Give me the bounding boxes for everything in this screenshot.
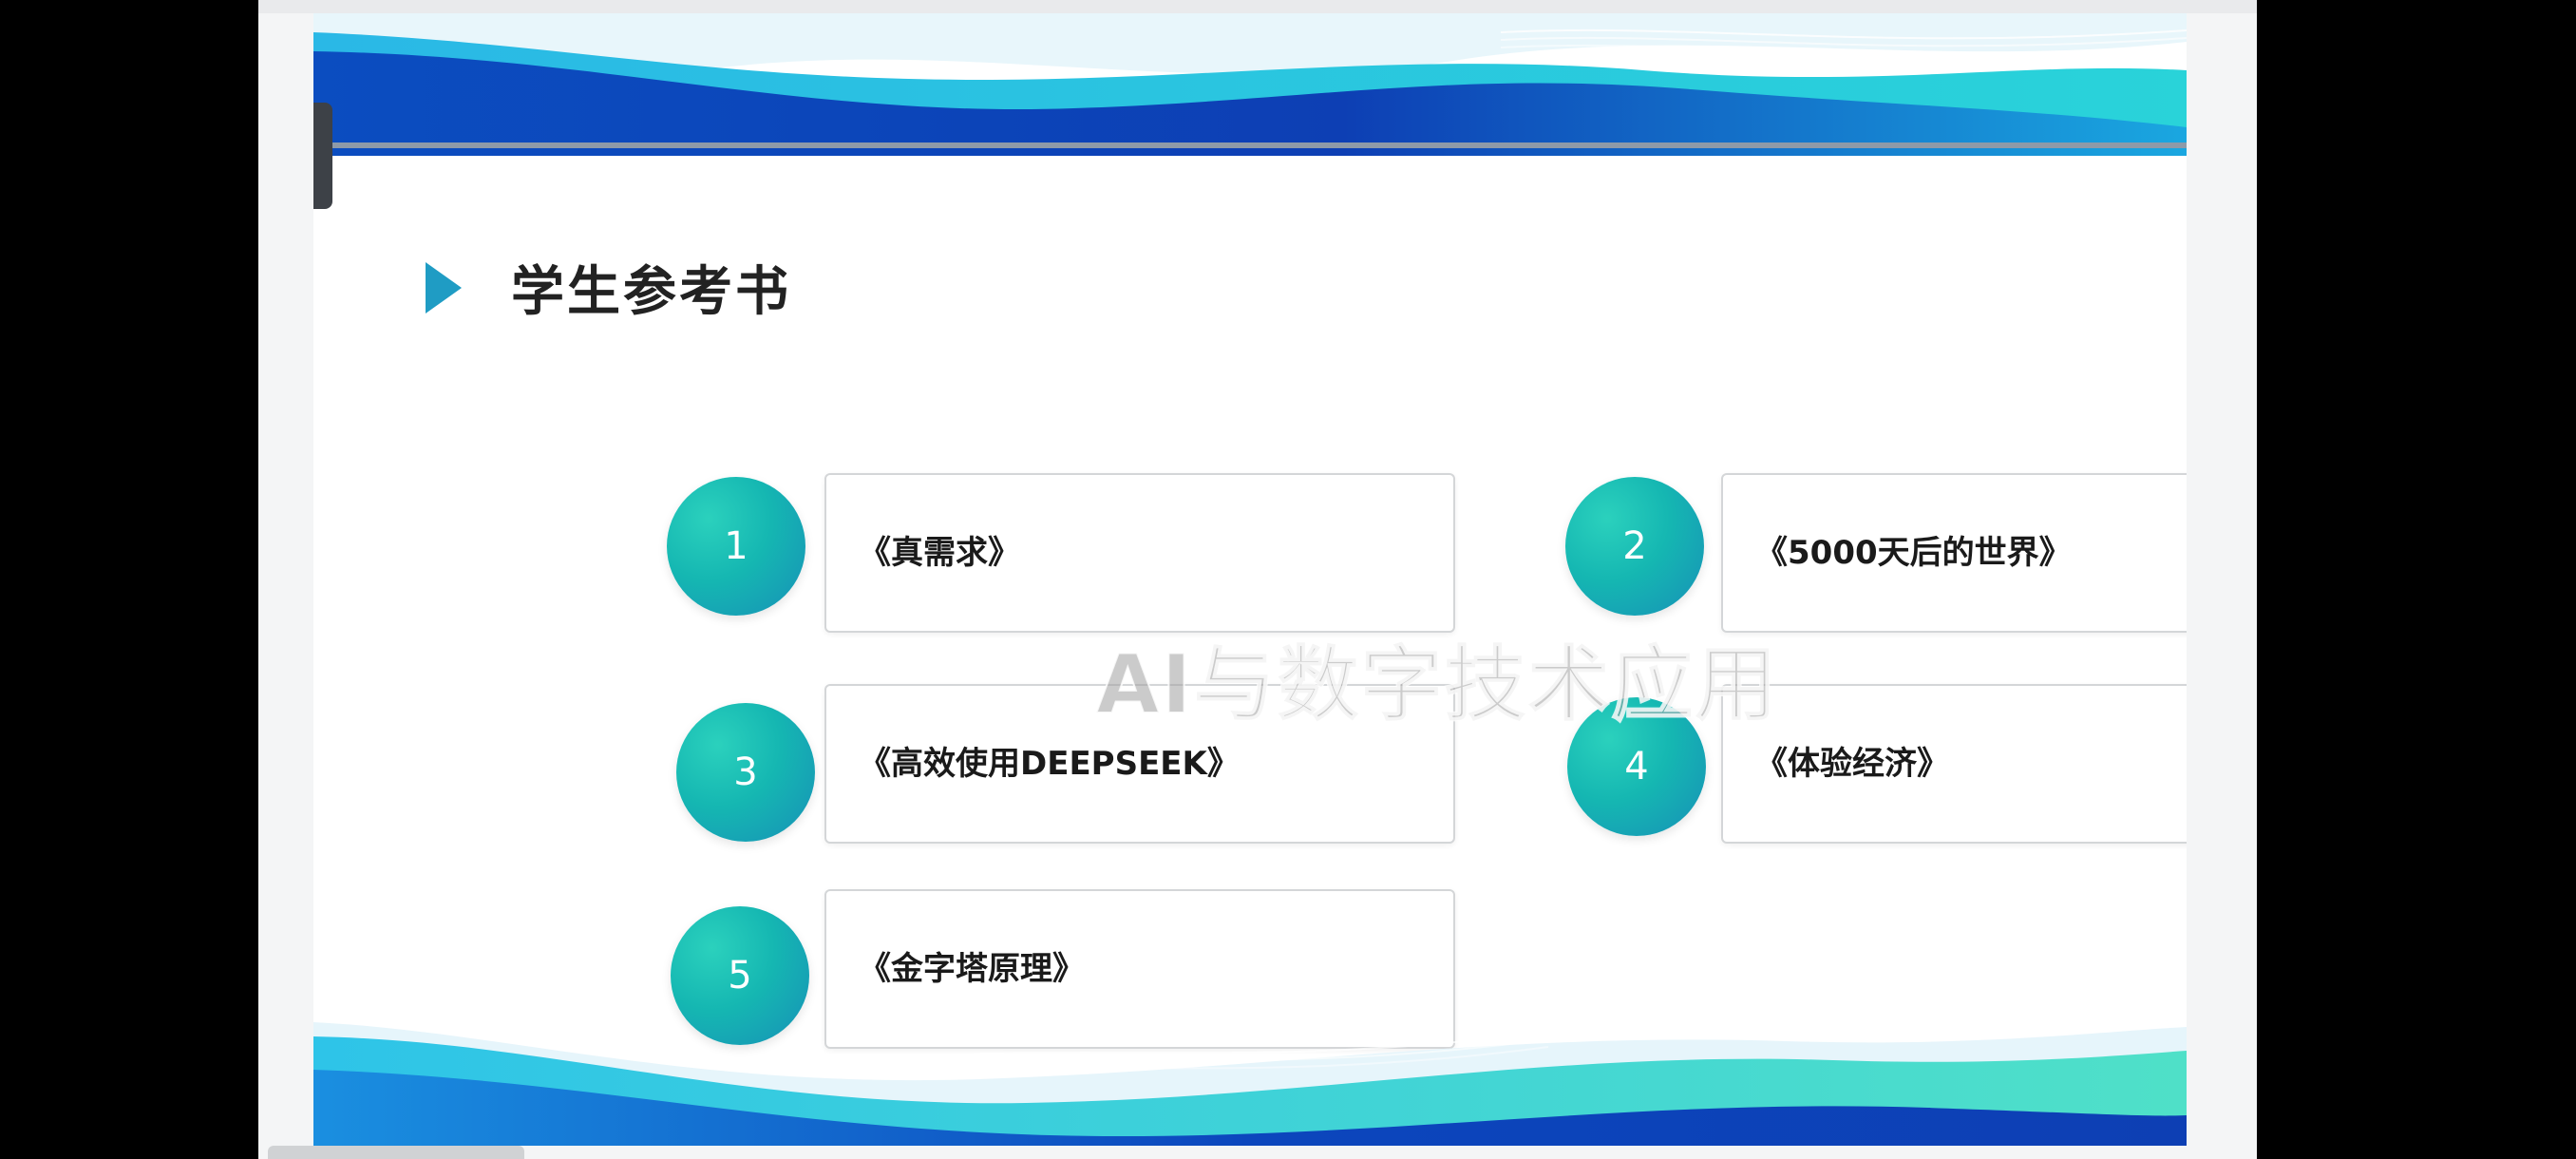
presentation-window: 学生参考书 《真需求》 1 《5000天后的世界》 2 《高效使用DEEPSEE… <box>258 0 2257 1159</box>
side-panel-handle[interactable] <box>313 103 332 209</box>
slide: 学生参考书 《真需求》 1 《5000天后的世界》 2 《高效使用DEEPSEE… <box>313 13 2187 1146</box>
book-number-badge: 2 <box>1565 477 1704 616</box>
book-card-2: 《5000天后的世界》 <box>1721 473 2187 633</box>
book-card-4: 《体验经济》 <box>1721 684 2187 844</box>
slide-heading: 学生参考书 <box>426 249 791 326</box>
triangle-marker-icon <box>426 261 462 314</box>
bottom-status-strip <box>268 1146 524 1159</box>
book-title: 《真需求》 <box>859 534 1020 572</box>
book-number-badge: 1 <box>667 477 805 616</box>
window-top-bar <box>258 0 2257 13</box>
book-title: 《5000天后的世界》 <box>1755 534 2072 572</box>
top-wave-banner <box>313 13 2187 156</box>
screen: 学生参考书 《真需求》 1 《5000天后的世界》 2 《高效使用DEEPSEE… <box>0 0 2576 1159</box>
bottom-wave-banner <box>313 1022 2187 1146</box>
book-title: 《体验经济》 <box>1755 745 1949 783</box>
watermark-text: AI与数字技术应用 <box>1095 636 1779 733</box>
slide-title: 学生参考书 <box>511 261 791 323</box>
book-number-badge: 3 <box>676 703 815 842</box>
book-card-1: 《真需求》 <box>824 473 1455 633</box>
